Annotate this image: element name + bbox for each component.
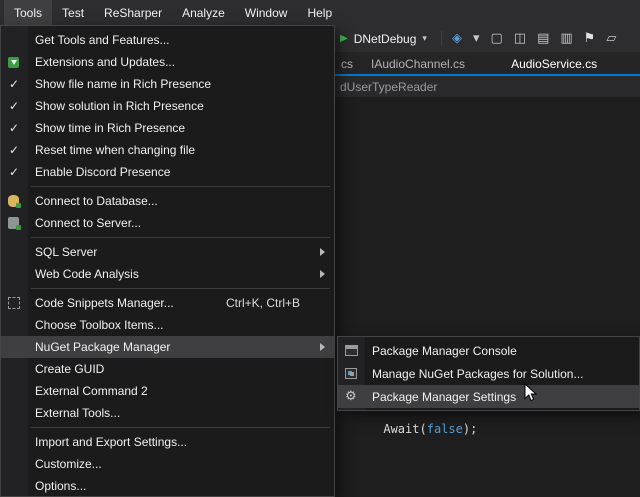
- server-icon: [8, 212, 19, 234]
- menu-item-label: Connect to Server...: [35, 216, 141, 230]
- menu-separator: [31, 288, 330, 289]
- menu-item-label: External Command 2: [35, 384, 148, 398]
- menu-item-label: Create GUID: [35, 362, 104, 376]
- tab-iaudiochannel[interactable]: IAudioChannel.cs: [368, 57, 468, 71]
- submenu-arrow-icon: [320, 343, 325, 351]
- submenu-item-label: Package Manager Settings: [372, 390, 516, 404]
- breadcrumb[interactable]: dUserTypeReader: [340, 80, 437, 94]
- menu-item-choose-toolbox-items[interactable]: Choose Toolbox Items...: [1, 314, 334, 336]
- menu-help[interactable]: Help: [297, 0, 342, 25]
- menu-item-label: Options...: [35, 479, 86, 493]
- checkmark-icon: ✓: [9, 161, 19, 183]
- code-line: Await(false);: [340, 408, 477, 450]
- menu-item-show-solution-rich-presence[interactable]: ✓ Show solution in Rich Presence: [1, 95, 334, 117]
- checkmark-icon: ✓: [9, 117, 19, 139]
- word-wrap-icon[interactable]: ▥: [560, 32, 572, 45]
- packages-icon: [345, 362, 357, 385]
- submenu-arrow-icon: [320, 270, 325, 278]
- menu-item-customize[interactable]: Customize...: [1, 453, 334, 475]
- code-token: );: [463, 422, 477, 436]
- indent-guides-icon[interactable]: ▤: [537, 32, 549, 45]
- start-debug-button[interactable]: ▶ DNetDebug ▾: [340, 32, 427, 46]
- console-icon: [345, 339, 358, 362]
- menu-item-label: Code Snippets Manager...: [35, 296, 174, 310]
- chevron-down-icon: ▾: [422, 34, 427, 44]
- debug-profile-label: DNetDebug: [354, 32, 417, 46]
- menu-item-label: Choose Toolbox Items...: [35, 318, 164, 332]
- menu-item-nuget-package-manager[interactable]: NuGet Package Manager: [1, 336, 334, 358]
- extensions-icon: [8, 51, 19, 73]
- vs-window: Tools Test ReSharper Analyze Window Help…: [0, 0, 640, 497]
- menu-window[interactable]: Window: [235, 0, 298, 25]
- menu-item-connect-to-server[interactable]: Connect to Server...: [1, 212, 334, 234]
- find-icon[interactable]: ◈: [452, 32, 462, 45]
- menu-item-reset-time-when-changing-file[interactable]: ✓ Reset time when changing file: [1, 139, 334, 161]
- chevron-down-icon[interactable]: ▾: [473, 32, 480, 45]
- menu-item-label: Customize...: [35, 457, 102, 471]
- menu-item-connect-to-database[interactable]: Connect to Database...: [1, 190, 334, 212]
- menu-item-label: Import and Export Settings...: [35, 435, 187, 449]
- menu-item-show-file-name-rich-presence[interactable]: ✓ Show file name in Rich Presence: [1, 73, 334, 95]
- split-icon[interactable]: ◫: [514, 32, 526, 45]
- toolbar-separator: [441, 31, 442, 46]
- tab-partial[interactable]: cs: [338, 57, 356, 71]
- nuget-submenu: Package Manager Console Manage NuGet Pac…: [337, 336, 640, 411]
- submenu-item-package-manager-settings[interactable]: ⚙ Package Manager Settings: [338, 385, 639, 408]
- menu-item-import-export-settings[interactable]: Import and Export Settings...: [1, 431, 334, 453]
- file-icon[interactable]: ▢: [490, 32, 502, 45]
- menu-item-label: SQL Server: [35, 245, 97, 259]
- menu-item-options[interactable]: Options...: [1, 475, 334, 497]
- submenu-item-label: Package Manager Console: [372, 344, 517, 358]
- tools-dropdown-menu: Get Tools and Features... Extensions and…: [0, 25, 335, 497]
- menu-item-label: Get Tools and Features...: [35, 33, 170, 47]
- menu-bar: Tools Test ReSharper Analyze Window Help: [0, 0, 640, 25]
- menu-item-shortcut: Ctrl+K, Ctrl+B: [226, 296, 326, 310]
- menu-item-external-tools[interactable]: External Tools...: [1, 402, 334, 424]
- menu-separator: [31, 427, 330, 428]
- menu-item-extensions-and-updates[interactable]: Extensions and Updates...: [1, 51, 334, 73]
- menu-item-web-code-analysis[interactable]: Web Code Analysis: [1, 263, 334, 285]
- menu-item-create-guid[interactable]: Create GUID: [1, 358, 334, 380]
- menu-item-sql-server[interactable]: SQL Server: [1, 241, 334, 263]
- menu-test[interactable]: Test: [52, 0, 94, 25]
- database-icon: [8, 190, 19, 212]
- menu-item-label: Show file name in Rich Presence: [35, 77, 211, 91]
- menu-item-get-tools-and-features[interactable]: Get Tools and Features...: [1, 29, 334, 51]
- menu-item-label: External Tools...: [35, 406, 120, 420]
- menu-item-enable-discord-presence[interactable]: ✓ Enable Discord Presence: [1, 161, 334, 183]
- menu-item-label: Extensions and Updates...: [35, 55, 175, 69]
- submenu-item-package-manager-console[interactable]: Package Manager Console: [338, 339, 639, 362]
- submenu-arrow-icon: [320, 248, 325, 256]
- submenu-item-label: Manage NuGet Packages for Solution...: [372, 367, 583, 381]
- play-icon: ▶: [340, 33, 348, 44]
- menu-item-external-command-2[interactable]: External Command 2: [1, 380, 334, 402]
- panel-icon[interactable]: ▱: [606, 32, 616, 45]
- menu-item-label: Show time in Rich Presence: [35, 121, 185, 135]
- menu-separator: [31, 186, 330, 187]
- checkmark-icon: ✓: [9, 139, 19, 161]
- menu-item-code-snippets-manager[interactable]: Code Snippets Manager... Ctrl+K, Ctrl+B: [1, 292, 334, 314]
- menu-item-show-time-rich-presence[interactable]: ✓ Show time in Rich Presence: [1, 117, 334, 139]
- menu-analyze[interactable]: Analyze: [172, 0, 235, 25]
- menu-separator: [31, 237, 330, 238]
- menu-item-label: Web Code Analysis: [35, 267, 139, 281]
- checkmark-icon: ✓: [9, 73, 19, 95]
- menu-item-label: Connect to Database...: [35, 194, 158, 208]
- menu-item-label: Reset time when changing file: [35, 143, 195, 157]
- gear-icon: ⚙: [345, 385, 357, 408]
- menu-item-label: NuGet Package Manager: [35, 340, 170, 354]
- menu-tools[interactable]: Tools: [4, 0, 52, 25]
- bookmark-icon[interactable]: ⚑: [584, 32, 596, 45]
- menu-item-label: Show solution in Rich Presence: [35, 99, 204, 113]
- code-token-keyword: false: [427, 422, 463, 436]
- tab-audioservice[interactable]: AudioService.cs: [508, 57, 600, 71]
- snippets-icon: [8, 292, 20, 314]
- menu-item-label: Enable Discord Presence: [35, 165, 170, 179]
- mouse-cursor: [524, 383, 538, 403]
- checkmark-icon: ✓: [9, 95, 19, 117]
- code-token: Await(: [383, 422, 426, 436]
- submenu-item-manage-nuget-packages[interactable]: Manage NuGet Packages for Solution...: [338, 362, 639, 385]
- menu-resharper[interactable]: ReSharper: [94, 0, 172, 25]
